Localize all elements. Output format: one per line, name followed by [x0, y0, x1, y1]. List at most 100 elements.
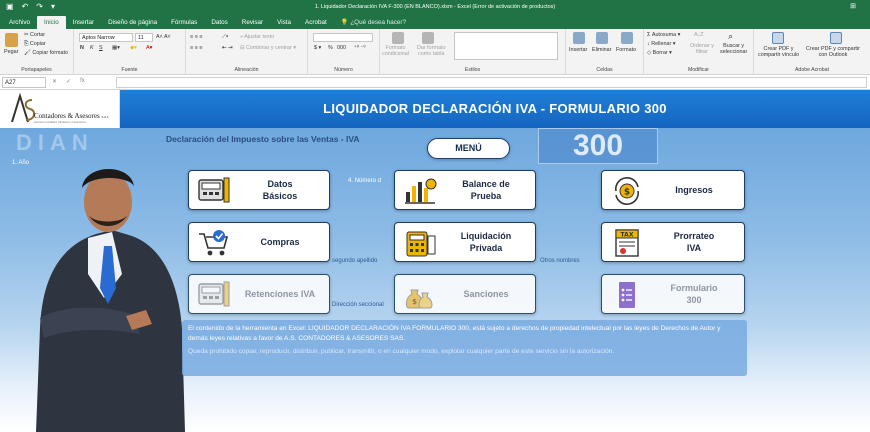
- form-number-box: 300: [538, 128, 658, 164]
- pdf-outlook-icon[interactable]: [830, 32, 842, 44]
- tab-diseno[interactable]: Diseño de página: [101, 19, 164, 29]
- menu-button[interactable]: MENÚ: [427, 138, 510, 159]
- liquidacion-privada-button[interactable]: Liquidación Privada: [394, 222, 536, 262]
- copy-button[interactable]: ⎘ Copiar: [24, 41, 46, 48]
- delete-button[interactable]: Eliminar: [592, 47, 611, 53]
- form-icon: [619, 282, 635, 308]
- insert-button[interactable]: Insertar: [569, 47, 587, 53]
- autosum-label: Autosuma: [651, 32, 677, 38]
- fx-icon[interactable]: fx: [80, 78, 85, 85]
- formulario-300-button[interactable]: Formulario 300: [601, 274, 745, 314]
- underline-button[interactable]: S: [99, 45, 103, 51]
- formula-bar: A27 ✕ ✓ fx: [0, 75, 870, 90]
- ingresos-button[interactable]: $ Ingresos: [601, 170, 745, 210]
- sort-filter-icon[interactable]: A↓Z: [694, 32, 704, 38]
- find-select-button[interactable]: Buscar y seleccionar: [720, 43, 747, 55]
- insert-cells-icon[interactable]: [573, 32, 585, 44]
- format-table-icon[interactable]: [422, 32, 434, 44]
- thousands-button[interactable]: 000: [337, 45, 346, 51]
- fill-button[interactable]: ↓ Rellenar ▾: [647, 41, 676, 47]
- cells-group-label: Celdas: [596, 67, 613, 73]
- fill-color-icon[interactable]: ◆▾: [130, 45, 137, 51]
- indent-icon[interactable]: ⇤ ⇥: [222, 45, 233, 51]
- tab-insertar[interactable]: Insertar: [66, 19, 101, 29]
- prorrateo-iva-button[interactable]: TAX Prorrateo IVA: [601, 222, 745, 262]
- other-names-label: Otros nombres: [540, 258, 580, 264]
- name-box[interactable]: A27: [2, 77, 46, 88]
- currency-button[interactable]: $ ▾: [314, 45, 321, 51]
- ribbon-tabs: Archivo Inicio Insertar Diseño de página…: [0, 14, 870, 29]
- tell-me-box[interactable]: 💡 ¿Qué desea hacer?: [334, 18, 413, 29]
- orientation-icon[interactable]: ⟋▾: [222, 34, 228, 41]
- paste-icon[interactable]: [5, 33, 18, 47]
- font-group: Aptos Narrow 11 A˄ A˅ N K S ▦▾ ◆▾ A▾ Fue…: [74, 29, 186, 75]
- number-format-select[interactable]: [313, 33, 373, 42]
- pdf-link-icon[interactable]: [772, 32, 784, 44]
- ribbon-display-icon[interactable]: ⊞: [850, 2, 856, 10]
- cut-label: Cortar: [30, 32, 45, 38]
- formula-controls: ✕ ✓ fx: [52, 78, 85, 85]
- clear-button[interactable]: ◇ Borrar ▾: [647, 50, 672, 56]
- font-name-select[interactable]: Aptos Narrow: [79, 33, 133, 42]
- ingresos-label: Ingresos: [675, 185, 713, 195]
- cell-styles-gallery[interactable]: [454, 32, 558, 60]
- tell-me-text: ¿Qué desea hacer?: [350, 19, 406, 26]
- format-as-table-button[interactable]: Dar formato como tabla: [417, 45, 445, 57]
- align-left-icon[interactable]: ≡ ≡ ≡: [190, 45, 202, 51]
- conditional-format-icon[interactable]: [392, 32, 404, 44]
- merge-center-button[interactable]: ⊟ Combinar y centrar ▾: [240, 45, 296, 51]
- find-icon[interactable]: ⌕: [728, 31, 733, 42]
- sanciones-button[interactable]: $ Sanciones: [394, 274, 536, 314]
- datos-basicos-button[interactable]: Datos Básicos: [188, 170, 330, 210]
- border-icon[interactable]: ▦▾: [112, 45, 120, 51]
- sort-filter-button[interactable]: Ordenar y filtrar: [690, 43, 714, 55]
- wrap-text-button[interactable]: ⤶ Ajustar texto: [240, 34, 274, 41]
- lightbulb-icon: 💡: [340, 19, 349, 26]
- tab-revisar[interactable]: Revisar: [235, 19, 270, 29]
- font-grow-icon[interactable]: A˄ A˅: [156, 34, 171, 40]
- percent-button[interactable]: %: [328, 45, 333, 51]
- delete-cells-icon[interactable]: [596, 32, 608, 44]
- cancel-icon[interactable]: ✕: [52, 78, 57, 85]
- ribbon: Pegar ✂ Cortar ⎘ Copiar 🖌 Copiar formato…: [0, 29, 870, 75]
- formula-input[interactable]: [116, 77, 867, 88]
- tab-formulas[interactable]: Fórmulas: [164, 19, 204, 29]
- tab-inicio[interactable]: Inicio: [37, 16, 66, 29]
- retenciones-iva-button[interactable]: Retenciones IVA: [188, 274, 330, 314]
- conditional-format-button[interactable]: Formato condicional: [382, 45, 409, 57]
- create-pdf-link-button[interactable]: Crear PDF y compartir vínculo: [758, 46, 799, 58]
- copyright-warning: Queda prohibido copiar, reproducir, dist…: [188, 348, 615, 355]
- wrap-text-label: Ajustar texto: [244, 34, 275, 40]
- create-pdf-outlook-button[interactable]: Crear PDF y compartir con Outlook: [806, 46, 860, 58]
- compras-button[interactable]: Compras: [188, 222, 330, 262]
- prorrateo-iva-label: Prorrateo IVA: [673, 231, 715, 253]
- currency-label: $: [314, 45, 317, 51]
- tab-archivo[interactable]: Archivo: [2, 19, 37, 29]
- tab-acrobat[interactable]: Acrobat: [298, 19, 334, 29]
- retenciones-iva-label: Retenciones IVA: [244, 289, 316, 299]
- acrobat-group: Crear PDF y compartir vínculo Crear PDF …: [754, 29, 870, 75]
- tab-datos[interactable]: Datos: [204, 19, 234, 29]
- format-painter-button[interactable]: 🖌 Copiar formato: [24, 50, 68, 56]
- format-button[interactable]: Formato: [616, 47, 636, 53]
- font-size-select[interactable]: 11: [135, 33, 153, 42]
- font-color-icon[interactable]: A▾: [146, 45, 152, 51]
- tab-vista[interactable]: Vista: [270, 19, 298, 29]
- align-top-icon[interactable]: ≡ ≡ ≡: [190, 34, 202, 40]
- balance-prueba-button[interactable]: Balance de Prueba: [394, 170, 536, 210]
- company-logo: Contadores & Asesores S.A.S Servicios Co…: [0, 90, 120, 128]
- editing-group-label: Modificar: [687, 67, 710, 73]
- enter-icon[interactable]: ✓: [66, 78, 71, 85]
- italic-button[interactable]: K: [90, 45, 94, 51]
- cut-button[interactable]: ✂ Cortar: [24, 32, 45, 38]
- fill-label: Rellenar: [651, 41, 672, 47]
- merge-center-label: Combinar y centrar: [246, 45, 292, 51]
- bold-button[interactable]: N: [80, 45, 84, 51]
- logo-company-name: Contadores & Asesores S.A.S: [34, 112, 108, 120]
- autosum-button[interactable]: Σ Autosuma ▾: [647, 32, 680, 38]
- alignment-group-label: Alineación: [234, 67, 259, 73]
- format-cells-icon[interactable]: [621, 32, 633, 44]
- decimals-icon[interactable]: ⁺⁰ ⁻⁰: [354, 45, 366, 51]
- paste-button[interactable]: Pegar: [4, 49, 18, 55]
- compras-label: Compras: [260, 237, 300, 247]
